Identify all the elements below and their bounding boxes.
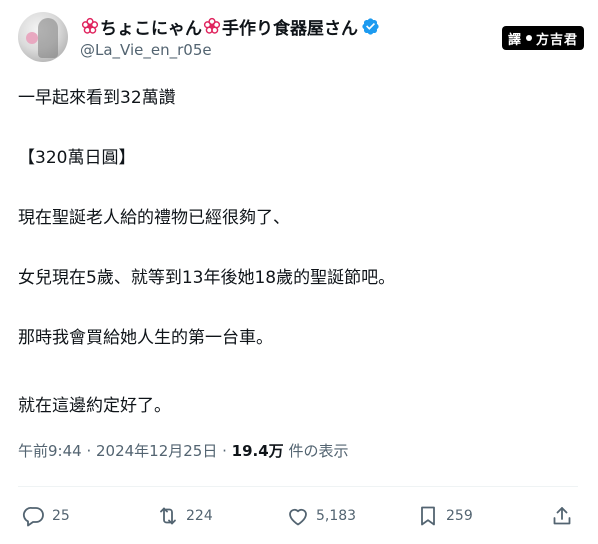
- like-button[interactable]: 5,183: [286, 500, 356, 532]
- avatar-figure: [38, 18, 58, 58]
- retweet-button[interactable]: 224: [156, 500, 213, 532]
- divider: [18, 486, 578, 487]
- reply-icon: [22, 507, 44, 527]
- translator-badge-left: 譯: [508, 32, 523, 48]
- tweet-header: ちょこにゃん 手作り食器屋さん @La_Vie_en_r05e 譯 方吉君: [18, 10, 588, 66]
- blossom-icon: [203, 17, 221, 35]
- author-name-suffix: 手作り食器屋さん: [222, 18, 358, 39]
- meta-separator: ·: [217, 442, 232, 460]
- translator-badge: 譯 方吉君: [502, 26, 585, 50]
- tweet-line: 那時我會買給她人生的第一台車。: [18, 328, 273, 348]
- author-name-row[interactable]: ちょこにゃん 手作り食器屋さん: [80, 14, 380, 39]
- tweet-meta: 午前9:44 · 2024年12月25日 · 19.4万 件の表示: [18, 440, 348, 461]
- avatar-flower: [26, 32, 38, 44]
- reply-button[interactable]: 25: [22, 500, 70, 532]
- tweet-line: 【320萬日圓】: [18, 148, 136, 168]
- bookmark-button[interactable]: 259: [416, 500, 473, 532]
- action-bar: 25 224 5,183 259: [22, 500, 578, 532]
- tweet-time[interactable]: 午前9:44: [18, 442, 82, 460]
- translator-badge-right: 方吉君: [536, 32, 579, 48]
- verified-badge-icon: [361, 17, 380, 36]
- share-button[interactable]: [550, 500, 580, 532]
- tweet-line: 就在這邊約定好了。: [18, 396, 171, 416]
- author-name: ちょこにゃん: [100, 18, 202, 39]
- views-label: 件の表示: [283, 442, 349, 460]
- translator-dot: [526, 35, 533, 41]
- tweet-line: 一早起來看到32萬讚: [18, 88, 176, 108]
- retweet-count: 224: [186, 508, 213, 524]
- meta-separator: ·: [81, 442, 96, 460]
- reply-count: 25: [52, 508, 70, 524]
- author-handle[interactable]: @La_Vie_en_r05e: [80, 41, 212, 59]
- tweet-line: 現在聖誕老人給的禮物已經很夠了、: [18, 208, 290, 228]
- retweet-icon: [160, 507, 176, 525]
- like-count: 5,183: [316, 508, 357, 524]
- tweet-date[interactable]: 2024年12月25日: [96, 442, 217, 460]
- avatar[interactable]: [18, 12, 68, 62]
- share-icon: [553, 507, 571, 525]
- blossom-icon: [81, 17, 99, 35]
- tweet-line: 女兒現在5歲、就等到13年後她18歲的聖誕節吧。: [18, 268, 396, 288]
- bookmark-count: 259: [446, 508, 473, 524]
- views-count: 19.4万: [231, 442, 284, 460]
- bookmark-icon: [421, 506, 435, 526]
- heart-icon: [289, 508, 307, 526]
